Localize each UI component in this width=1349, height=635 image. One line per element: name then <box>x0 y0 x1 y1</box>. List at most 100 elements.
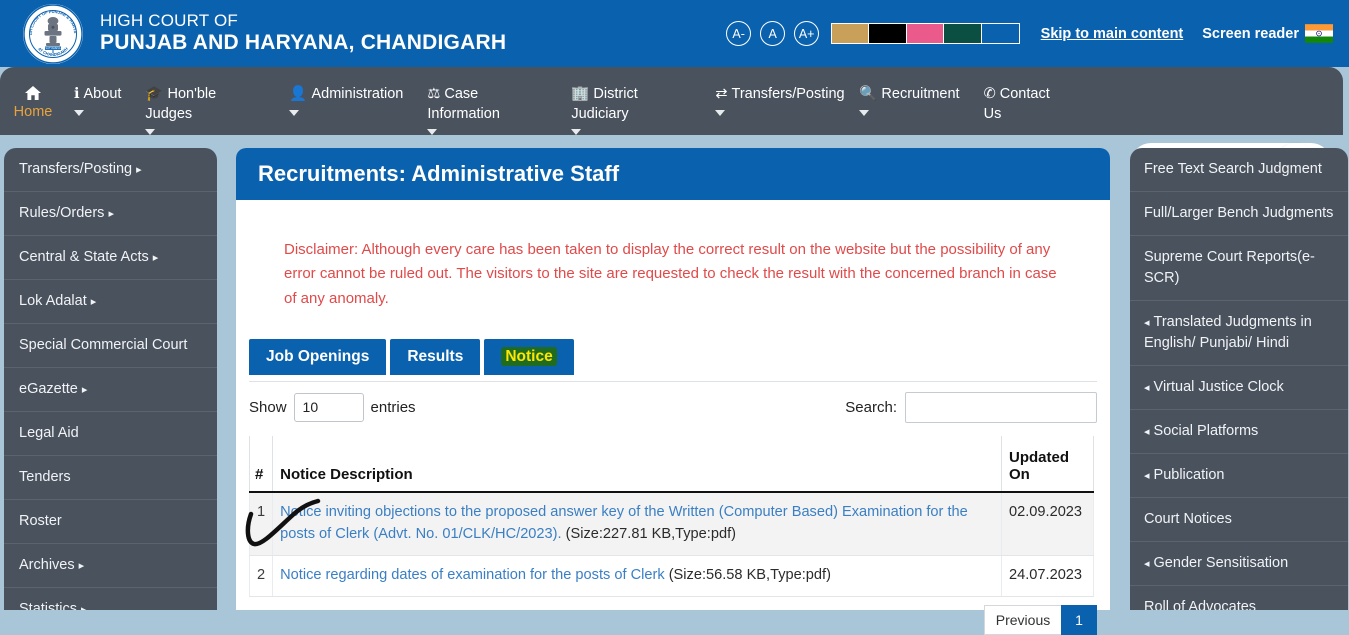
chevron-right-icon: ▸ <box>108 208 114 221</box>
sidebar-left-label-4: Special Commercial Court <box>19 337 188 354</box>
chevron-right-icon: ▸ <box>78 560 85 573</box>
font-normal-button[interactable]: A <box>760 21 786 46</box>
column-header-description[interactable]: Notice Description <box>272 435 1002 493</box>
pagination-previous-button[interactable]: Previous <box>984 604 1062 635</box>
sidebar-item-archives[interactable]: Archives ▸ <box>4 544 217 589</box>
sidebar-right-label-4: Virtual Justice Clock <box>1153 379 1284 396</box>
svg-text:SATYAMEVA: SATYAMEVA <box>45 45 61 49</box>
nav-item-recruitment-label: Recruitment <box>881 86 960 102</box>
disclaimer-text: Disclaimer: Although every care has been… <box>284 241 1057 307</box>
right-sidebar: Free Text Search Judgment Full/Larger Be… <box>1130 148 1348 610</box>
notice-link[interactable]: Notice regarding dates of examination fo… <box>280 567 665 583</box>
chevron-down-icon[interactable] <box>74 109 84 116</box>
sidebar-right-label-7: Court Notices <box>1144 511 1232 528</box>
nav-item-district-judiciary[interactable]: 🏢 District Judiciary <box>571 67 691 136</box>
court-title-line1: HIGH COURT OF <box>100 11 238 31</box>
sidebar-item-rules-orders[interactable]: Rules/Orders ▸ <box>4 192 217 237</box>
sidebar-item-roster[interactable]: Roster <box>4 500 217 545</box>
sidebar-item-egazette[interactable]: eGazette ▸ <box>4 368 217 413</box>
theme-swatch-pink[interactable] <box>905 23 945 44</box>
tab-notice[interactable]: Notice <box>484 338 574 375</box>
theme-swatch-blue[interactable] <box>980 23 1020 44</box>
chevron-left-icon: ◂ <box>1144 382 1150 395</box>
tab-job-openings-label: Job Openings <box>266 347 370 365</box>
entries-length-input[interactable] <box>293 392 364 422</box>
pagination: Previous 1 <box>236 604 1097 635</box>
sidebar-item-full-larger-bench-judgments[interactable]: Full/Larger Bench Judgments <box>1130 192 1348 237</box>
sidebar-left-label-6: Legal Aid <box>19 425 79 442</box>
sidebar-right-label-9: Roll of Advocates <box>1144 599 1257 610</box>
sidebar-right-label-5: Social Platforms <box>1153 423 1259 440</box>
sidebar-item-lok-adalat[interactable]: Lok Adalat ▸ <box>4 280 217 325</box>
nav-item-home[interactable]: Home <box>10 67 56 123</box>
screen-reader-link[interactable]: Screen reader <box>1202 24 1333 43</box>
table-row[interactable]: 1 Notice inviting objections to the prop… <box>248 491 1094 556</box>
page-header: Recruitments: Administrative Staff <box>236 148 1110 200</box>
theme-swatch-black[interactable] <box>868 23 908 44</box>
nav-item-contact-us[interactable]: ✆ Contact Us <box>984 67 1054 124</box>
nav-item-honble-judges[interactable]: 🎓 Hon'ble Judges <box>145 67 265 136</box>
theme-swatch-tan[interactable] <box>830 23 870 44</box>
court-emblem-icon: SATYAMEVA HIGH COURT OF PUNJAB & HARYANA… <box>21 0 84 65</box>
column-header-updated-on[interactable]: Updated On <box>1001 435 1094 493</box>
sidebar-item-virtual-justice-clock[interactable]: ◂ Virtual Justice Clock <box>1130 366 1348 411</box>
sidebar-item-gender-sensitisation[interactable]: ◂ Gender Sensitisation <box>1130 542 1348 587</box>
sidebar-item-free-text-search-judgment[interactable]: Free Text Search Judgment <box>1130 148 1348 193</box>
sidebar-item-special-commercial-court[interactable]: Special Commercial Court <box>4 324 217 369</box>
nav-item-about-label: About <box>83 86 122 102</box>
column-header-num[interactable]: # <box>248 435 274 493</box>
sidebar-item-roll-of-advocates[interactable]: Roll of Advocates <box>1130 586 1348 610</box>
main-content-panel: Recruitments: Administrative Staff Discl… <box>236 148 1110 635</box>
datatable-search-input[interactable] <box>905 391 1097 423</box>
chevron-down-icon[interactable] <box>145 129 156 136</box>
sidebar-item-central-state-acts[interactable]: Central & State Acts ▸ <box>4 236 217 281</box>
home-icon <box>25 86 41 100</box>
sidebar-right-label-8: Gender Sensitisation <box>1153 555 1289 572</box>
sidebar-left-label-5: eGazette <box>19 381 78 398</box>
chevron-right-icon: ▸ <box>90 296 97 309</box>
phone-icon: ✆ <box>983 86 996 102</box>
skip-to-main-content-link[interactable]: Skip to main content <box>1041 26 1184 42</box>
accessibility-toolbar: A- A A+ Skip to main content Screen read… <box>726 21 1333 46</box>
user-tie-icon: 👤 <box>289 86 308 102</box>
search-label: Search: <box>845 398 897 416</box>
tab-job-openings[interactable]: Job Openings <box>249 338 387 375</box>
pagination-page-1-button[interactable]: 1 <box>1061 604 1097 635</box>
sidebar-item-publication[interactable]: ◂ Publication <box>1130 454 1348 499</box>
sidebar-item-legal-aid[interactable]: Legal Aid <box>4 412 217 457</box>
chevron-down-icon[interactable] <box>289 109 300 116</box>
sidebar-item-supreme-court-reports[interactable]: Supreme Court Reports(e-SCR) <box>1130 236 1348 302</box>
sidebar-item-court-notices[interactable]: Court Notices <box>1130 498 1348 543</box>
nav-item-administration-label: Administration <box>311 86 404 102</box>
chevron-down-icon[interactable] <box>715 109 726 116</box>
info-icon: ℹ <box>74 86 80 102</box>
font-increase-button[interactable]: A+ <box>794 21 820 46</box>
sidebar-item-tenders[interactable]: Tenders <box>4 456 217 501</box>
tab-results[interactable]: Results <box>390 338 481 375</box>
table-body: 1 Notice inviting objections to the prop… <box>248 491 1094 597</box>
nav-item-home-label: Home <box>13 104 53 120</box>
sidebar-left-label-2: Central & State Acts <box>19 249 149 266</box>
font-decrease-button[interactable]: A- <box>726 21 752 46</box>
entries-label: entries <box>370 398 416 416</box>
sidebar-item-translated-judgments[interactable]: ◂ Translated Judgments in English/ Punjab… <box>1130 301 1348 367</box>
chevron-down-icon[interactable] <box>859 109 870 116</box>
chevron-down-icon[interactable] <box>427 129 438 136</box>
theme-swatches <box>830 23 1020 44</box>
pagination-previous-label: Previous <box>995 611 1051 628</box>
nav-item-case-information[interactable]: ⚖ Case Information <box>427 67 547 136</box>
search-icon: 🔍 <box>859 86 878 102</box>
table-row[interactable]: 2 Notice regarding dates of examination … <box>248 555 1094 597</box>
nav-item-administration[interactable]: 👤 Administration <box>289 67 403 116</box>
sidebar-item-social-platforms[interactable]: ◂ Social Platforms <box>1130 410 1348 455</box>
chevron-down-icon[interactable] <box>571 129 582 136</box>
chevron-left-icon: ◂ <box>1144 426 1150 439</box>
theme-swatch-green[interactable] <box>943 23 983 44</box>
nav-item-recruitment[interactable]: 🔍 Recruitment <box>859 67 960 116</box>
sidebar-item-statistics[interactable]: Statistics ▸ <box>4 588 217 610</box>
sidebar-right-label-6: Publication <box>1153 467 1225 484</box>
nav-item-transfers-posting[interactable]: ⇄ Transfers/Posting <box>715 67 845 116</box>
main-navigation: Home ℹ About 🎓 Hon'ble Judges 👤 Administrat… <box>0 67 1343 183</box>
nav-item-about[interactable]: ℹ About <box>74 67 121 116</box>
sidebar-item-transfers-posting[interactable]: Transfers/Posting ▸ <box>4 148 217 193</box>
